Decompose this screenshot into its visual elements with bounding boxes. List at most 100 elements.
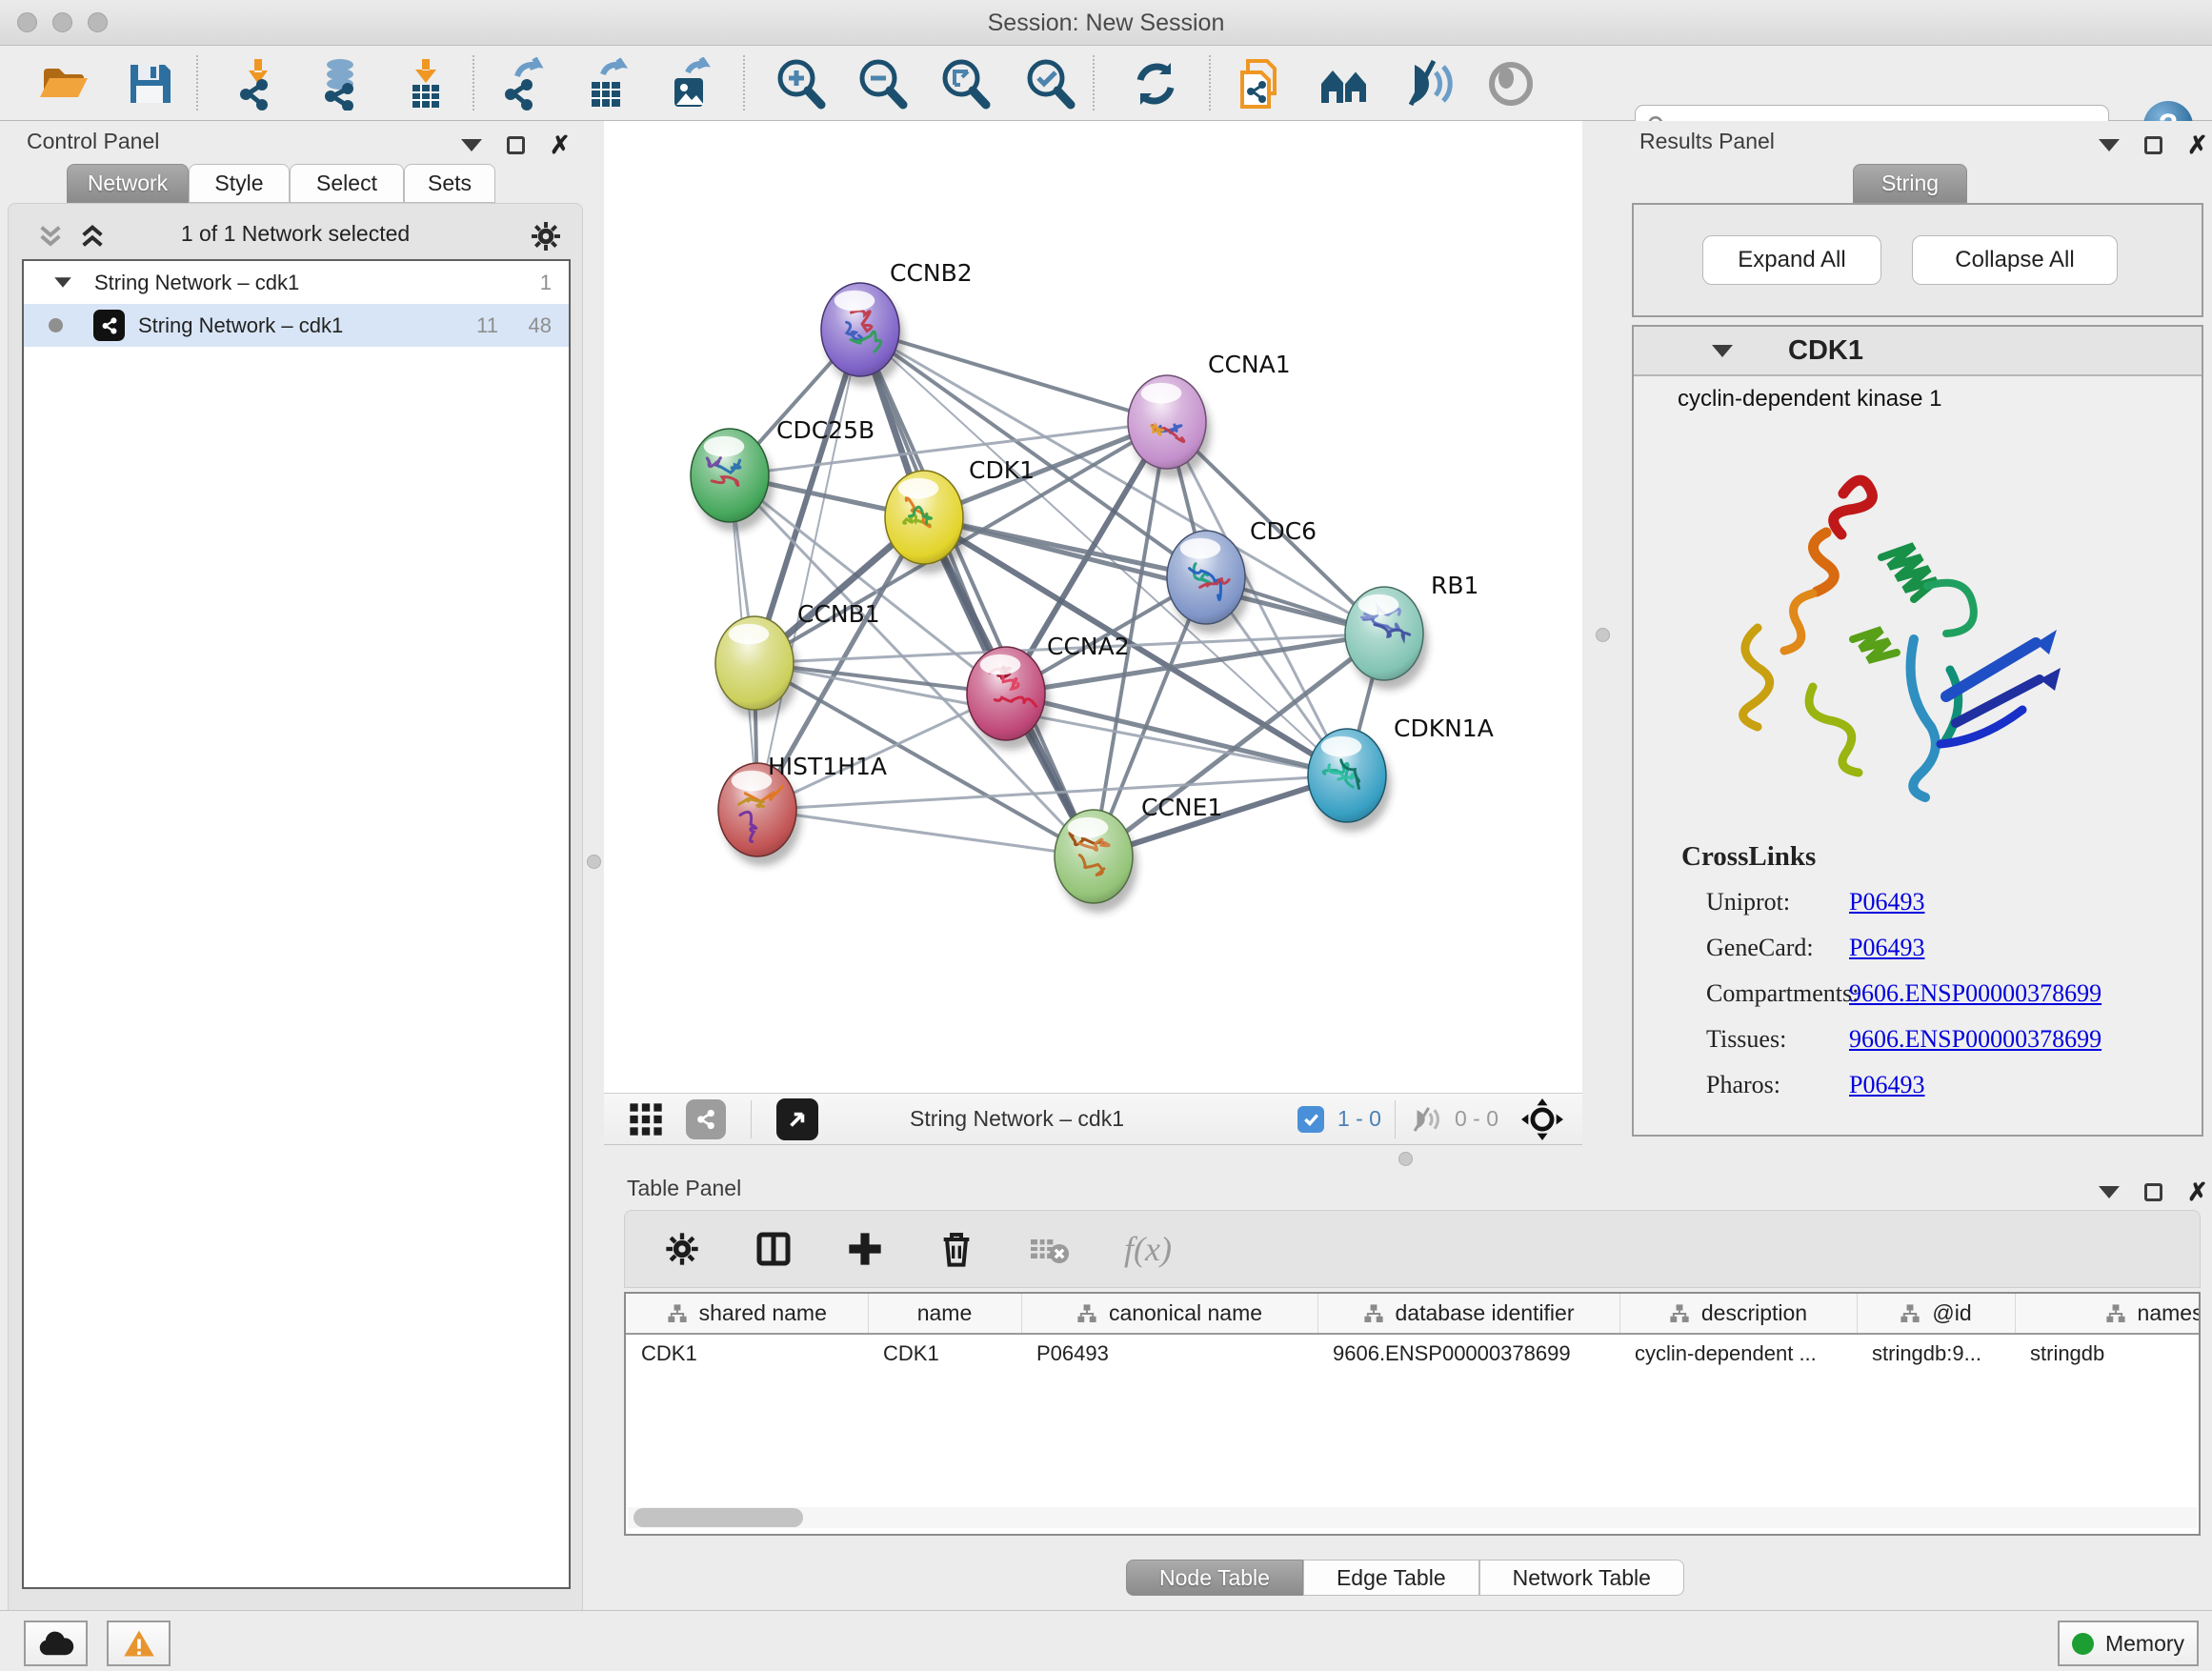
network-collection-row[interactable]: String Network – cdk1 1 — [24, 261, 569, 304]
save-session-icon[interactable] — [123, 57, 176, 111]
birds-eye-view-icon[interactable] — [776, 1098, 818, 1140]
close-panel-icon[interactable]: ✗ — [550, 136, 571, 154]
crosslink-row: Uniprot: P06493 — [1681, 888, 2101, 916]
genecard-link[interactable]: P06493 — [1849, 934, 1924, 962]
cell-description: cyclin-dependent ... — [1619, 1334, 1857, 1372]
cell-id: stringdb:9... — [1857, 1334, 2015, 1372]
hidden-count-badge: 0 - 0 — [1455, 1106, 1498, 1132]
show-all-icon[interactable] — [1484, 57, 1538, 111]
zoom-fit-icon[interactable] — [938, 57, 992, 111]
cloud-button[interactable] — [24, 1621, 88, 1666]
crosslink-row: Tissues: 9606.ENSP00000378699 — [1681, 1025, 2101, 1054]
tissues-link[interactable]: 9606.ENSP00000378699 — [1849, 1025, 2101, 1054]
show-columns-icon[interactable] — [754, 1230, 793, 1268]
horizontal-splitter[interactable] — [604, 1146, 2212, 1172]
warnings-button[interactable] — [107, 1621, 171, 1666]
collapse-all-button[interactable]: Collapse All — [1912, 235, 2118, 285]
compartments-link[interactable]: 9606.ENSP00000378699 — [1849, 979, 2101, 1008]
collection-count: 1 — [540, 271, 552, 295]
first-neighbors-icon[interactable] — [1317, 57, 1371, 111]
crosslink-label: Tissues: — [1681, 1025, 1849, 1054]
memory-button[interactable]: Memory — [2058, 1621, 2199, 1666]
tab-select[interactable]: Select — [290, 164, 404, 203]
scrollbar-thumb[interactable] — [633, 1508, 803, 1527]
float-panel-icon[interactable] — [461, 139, 482, 151]
maximize-panel-icon[interactable] — [2144, 1183, 2162, 1201]
tab-string[interactable]: String — [1853, 164, 1967, 203]
tab-style[interactable]: Style — [189, 164, 290, 203]
svg-text:CDKN1A: CDKN1A — [1394, 715, 1494, 742]
right-splitter[interactable] — [1582, 121, 1622, 1146]
hide-selected-icon[interactable] — [1401, 57, 1455, 111]
float-panel-icon[interactable] — [2099, 1186, 2120, 1198]
close-panel-icon[interactable]: ✗ — [2187, 136, 2208, 154]
close-panel-icon[interactable]: ✗ — [2187, 1183, 2208, 1201]
node-attr-icon — [1669, 1303, 1690, 1324]
delete-table-icon[interactable] — [1029, 1230, 1071, 1268]
table-panel-title: Table Panel — [627, 1176, 741, 1201]
node-attr-icon — [2105, 1303, 2126, 1324]
column-header[interactable]: canonical name — [1021, 1294, 1317, 1334]
table-row[interactable]: CDK1 CDK1 P06493 9606.ENSP00000378699 cy… — [626, 1334, 2201, 1372]
expand-all-button[interactable]: Expand All — [1702, 235, 1881, 285]
selected-count-badge: 1 - 0 — [1337, 1106, 1381, 1132]
column-header[interactable]: database identifier — [1317, 1294, 1619, 1334]
function-builder-button[interactable]: f(x) — [1124, 1229, 1172, 1269]
table-header-row: shared name name canonical name database… — [626, 1294, 2201, 1334]
zoom-selected-icon[interactable] — [1023, 57, 1076, 111]
collection-expander-icon[interactable] — [54, 277, 71, 287]
clone-network-icon[interactable] — [1233, 57, 1286, 111]
export-image-icon[interactable] — [663, 57, 716, 111]
tab-network[interactable]: Network — [67, 164, 189, 203]
import-network-database-icon[interactable] — [312, 57, 365, 111]
network-node-count: 11 — [476, 313, 498, 338]
export-network-icon[interactable] — [496, 57, 550, 111]
import-network-file-icon[interactable] — [231, 57, 285, 111]
memory-label: Memory — [2105, 1631, 2184, 1657]
tab-sets[interactable]: Sets — [404, 164, 495, 203]
column-header[interactable]: namespace — [2015, 1294, 2201, 1334]
section-expander-icon[interactable] — [1712, 345, 1733, 357]
tab-network-table[interactable]: Network Table — [1479, 1560, 1684, 1596]
maximize-panel-icon[interactable] — [507, 136, 525, 154]
column-header[interactable]: shared name — [626, 1294, 868, 1334]
maximize-panel-icon[interactable] — [2144, 136, 2162, 154]
zoom-in-icon[interactable] — [774, 57, 827, 111]
crosslink-row: GeneCard: P06493 — [1681, 934, 2101, 962]
selected-checkbox-icon[interactable] — [1297, 1106, 1324, 1133]
zoom-out-icon[interactable] — [855, 57, 909, 111]
column-header[interactable]: @id — [1857, 1294, 2015, 1334]
svg-text:CCNE1: CCNE1 — [1141, 794, 1222, 821]
column-header[interactable]: description — [1619, 1294, 1857, 1334]
svg-text:HIST1H1A: HIST1H1A — [768, 753, 887, 780]
network-row[interactable]: String Network – cdk1 11 48 — [24, 304, 569, 347]
pharos-link[interactable]: P06493 — [1849, 1071, 1924, 1099]
import-table-file-icon[interactable] — [399, 57, 452, 111]
results-panel-title: Results Panel — [1639, 129, 1775, 154]
pan-crosshair-icon[interactable] — [1521, 1098, 1563, 1140]
node-table[interactable]: shared name name canonical name database… — [624, 1292, 2201, 1536]
tab-node-table[interactable]: Node Table — [1126, 1560, 1303, 1596]
export-table-icon[interactable] — [580, 57, 633, 111]
crosslinks-section: CrossLinks Uniprot: P06493 GeneCard: P06… — [1681, 841, 2101, 1117]
open-session-icon[interactable] — [38, 57, 91, 111]
svg-text:CDC25B: CDC25B — [776, 416, 875, 444]
grid-view-icon[interactable] — [627, 1100, 665, 1138]
network-canvas[interactable]: CCNB2CCNA1CDC25BCDK1CDC6RB1CCNB1CCNA2CDK… — [604, 121, 1582, 1093]
table-options-gear-icon[interactable] — [663, 1230, 701, 1268]
column-header[interactable]: name — [868, 1294, 1021, 1334]
string-view-icon[interactable] — [686, 1099, 726, 1139]
protein-section-header[interactable]: CDK1 — [1634, 327, 2202, 376]
delete-column-icon[interactable] — [937, 1230, 975, 1268]
node-attr-icon — [1076, 1303, 1097, 1324]
refresh-icon[interactable] — [1129, 57, 1182, 111]
main-toolbar: ? — [0, 46, 2212, 121]
horizontal-scrollbar[interactable] — [628, 1507, 2197, 1528]
network-options-gear-icon[interactable] — [529, 219, 563, 253]
uniprot-link[interactable]: P06493 — [1849, 888, 1924, 916]
warning-icon — [122, 1628, 156, 1659]
float-panel-icon[interactable] — [2099, 139, 2120, 151]
tab-edge-table[interactable]: Edge Table — [1303, 1560, 1479, 1596]
add-column-icon[interactable] — [846, 1230, 884, 1268]
crosslink-label: Pharos: — [1681, 1071, 1849, 1099]
